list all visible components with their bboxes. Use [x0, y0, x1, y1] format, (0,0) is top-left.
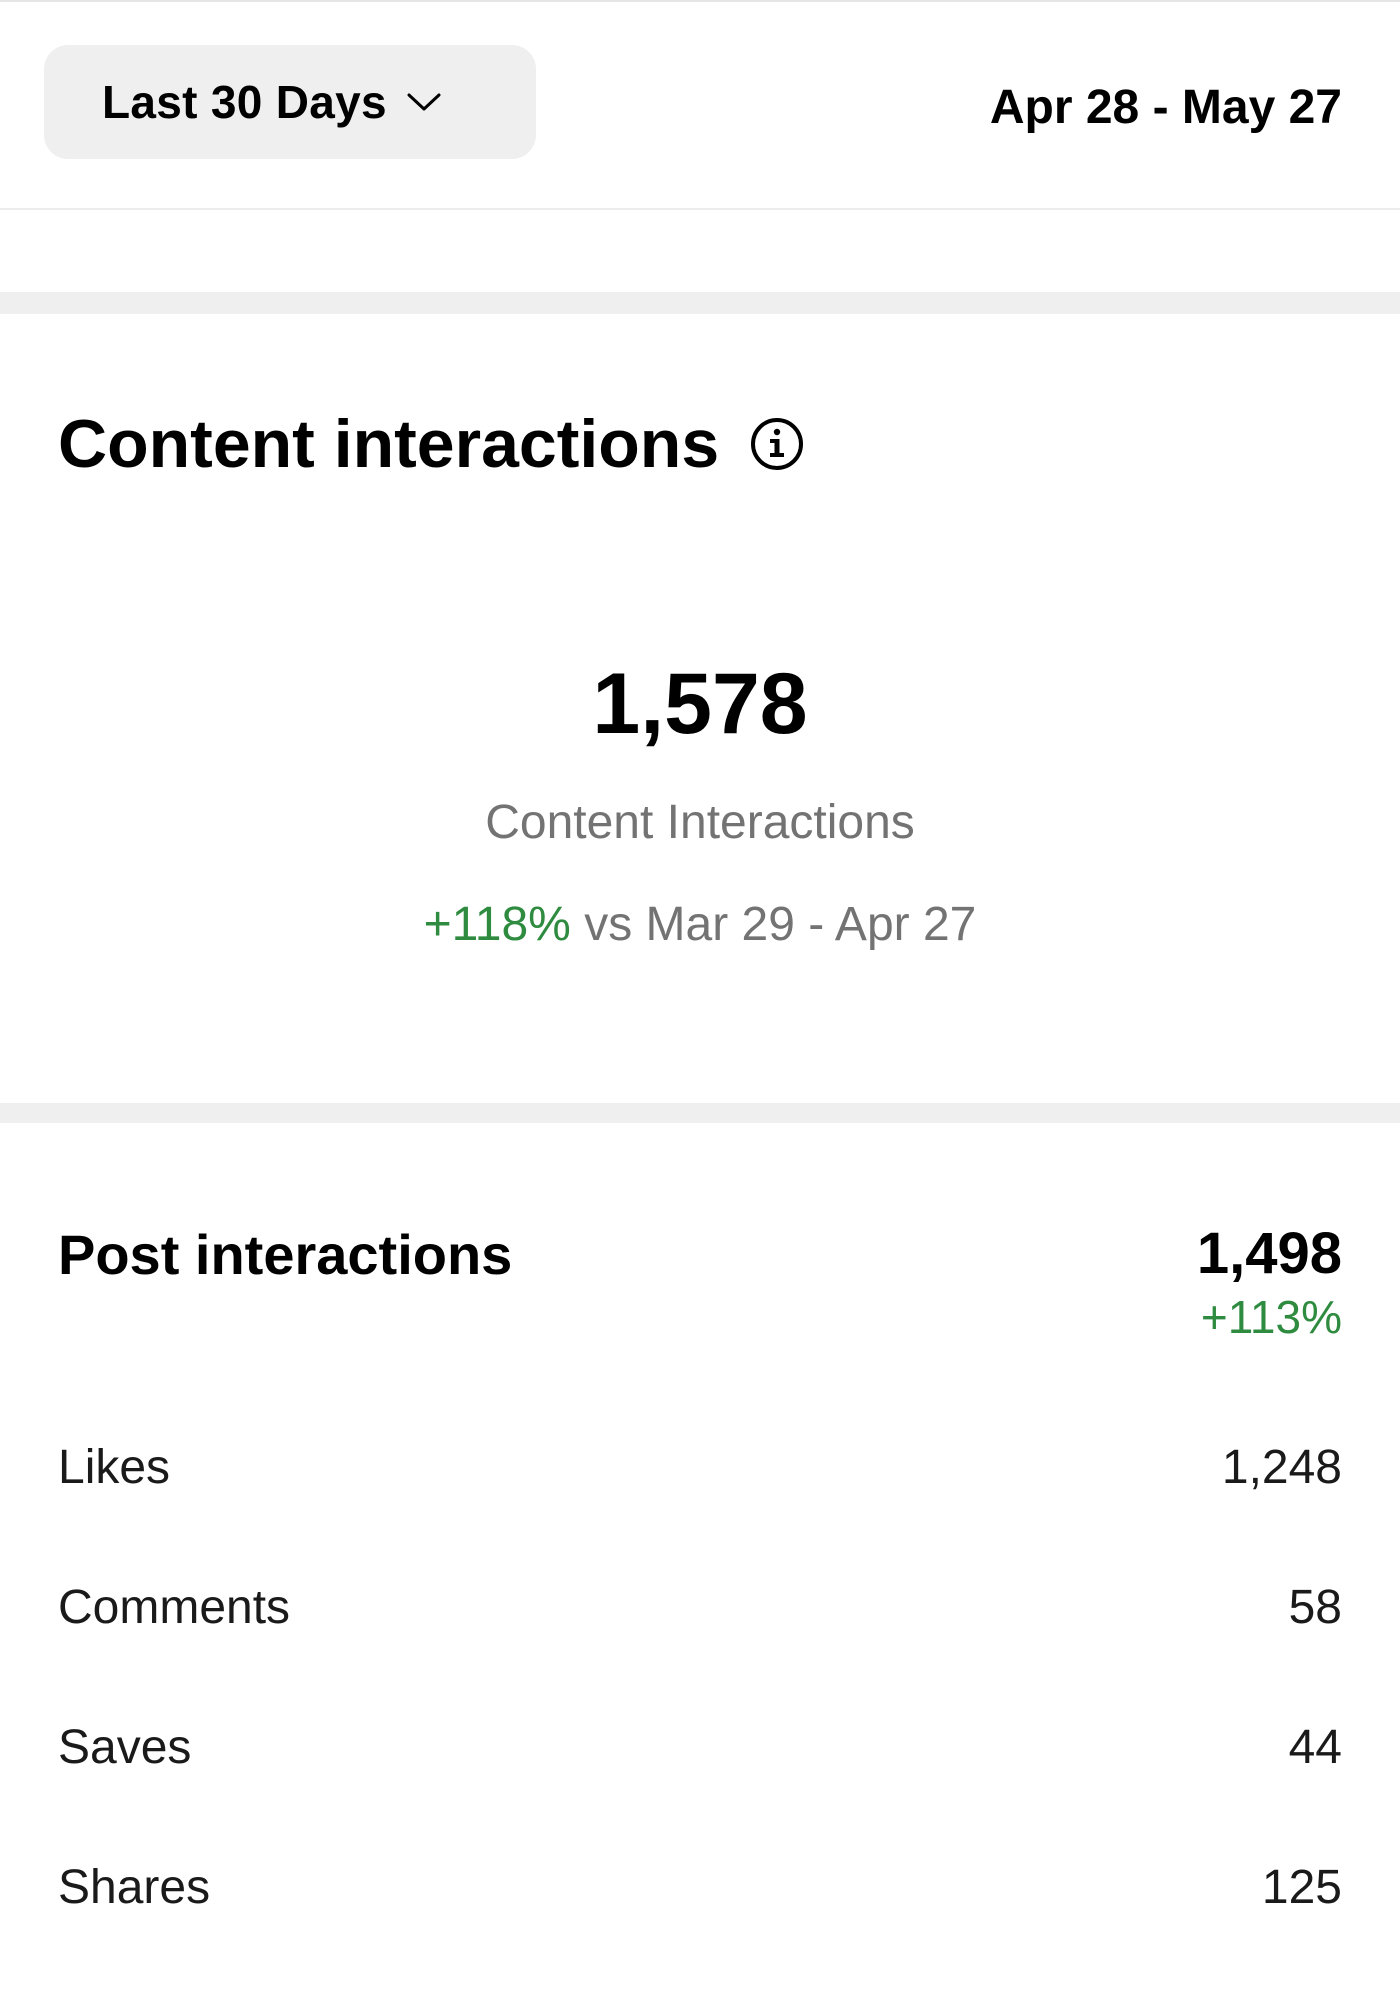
section-divider: [0, 292, 1400, 314]
metric-row-saves: Saves 44: [58, 1712, 1342, 1782]
metric-label: Shares: [58, 1860, 211, 1914]
metric-row-shares: Shares 125: [58, 1852, 1342, 1922]
metric-value: 58: [1288, 1580, 1342, 1634]
date-range-text: Apr 28 - May 27: [989, 81, 1342, 134]
content-interactions-heading: Content interactions: [58, 405, 805, 483]
metric-value: 1,248: [1221, 1440, 1342, 1494]
content-interactions-comparison: +118% vs Mar 29 - Apr 27: [0, 897, 1400, 952]
metric-value: 44: [1288, 1720, 1342, 1774]
content-interactions-label: Content Interactions: [485, 796, 915, 849]
post-interactions-title: Post interactions: [58, 1223, 513, 1286]
chevron-down-icon: [407, 93, 441, 111]
header: Last 30 Days Apr 28 - May 27: [0, 2, 1400, 210]
post-interactions-total: 1,498: [1196, 1221, 1342, 1286]
metric-row-comments: Comments 58: [58, 1572, 1342, 1642]
metric-label: Likes: [58, 1440, 171, 1494]
metric-row-likes: Likes 1,248: [58, 1432, 1342, 1502]
info-icon[interactable]: [749, 416, 805, 472]
metric-label: Comments: [58, 1580, 291, 1634]
section-divider-2: [0, 1103, 1400, 1123]
content-interactions-total: 1,578: [592, 656, 808, 752]
comparison-period: vs Mar 29 - Apr 27: [570, 898, 977, 951]
metric-value: 125: [1261, 1860, 1342, 1914]
content-interactions-change: +118%: [423, 898, 571, 951]
metric-label: Saves: [58, 1720, 192, 1774]
date-range-dropdown[interactable]: Last 30 Days: [44, 45, 536, 159]
date-range-dropdown-label: Last 30 Days: [102, 76, 387, 128]
content-interactions-title: Content interactions: [58, 406, 720, 482]
post-interactions-change: +113%: [1200, 1291, 1342, 1343]
